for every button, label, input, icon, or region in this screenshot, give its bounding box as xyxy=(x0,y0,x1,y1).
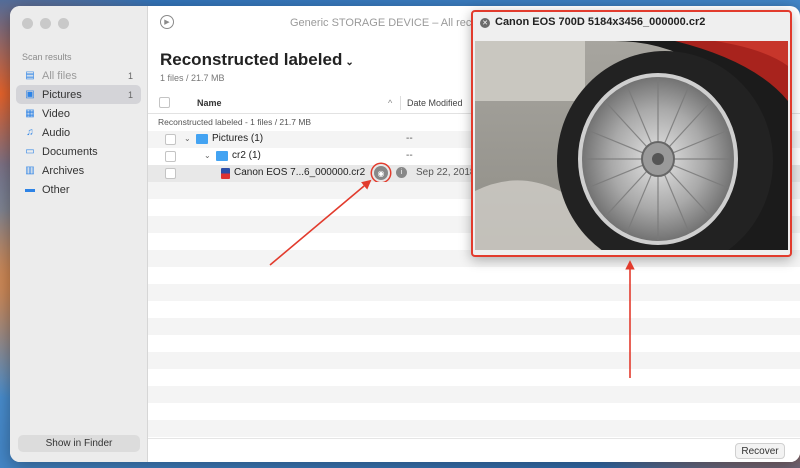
sidebar-item-count: 1 xyxy=(127,70,133,81)
recover-button[interactable]: Recover xyxy=(735,443,785,459)
preview-image xyxy=(475,41,788,250)
minimize-window-button[interactable] xyxy=(40,18,51,29)
archive-icon: ▥ xyxy=(25,165,35,176)
window-title: Generic STORAGE DEVICE – All recovery xyxy=(290,17,499,29)
window-controls xyxy=(22,18,69,29)
row-name: Canon EOS 7...6_000000.cr2 xyxy=(234,167,366,178)
sidebar-list: ▤ All files 1 ▣ Pictures 1 ▦ Video ♫ Aud… xyxy=(16,66,141,199)
files-icon: ▤ xyxy=(25,70,35,81)
sidebar-item-label: Pictures xyxy=(42,88,82,101)
music-icon: ♫ xyxy=(26,127,34,138)
sidebar-item-audio[interactable]: ♫ Audio xyxy=(16,123,141,142)
close-icon[interactable]: ✕ xyxy=(480,18,490,28)
sidebar: Scan results ▤ All files 1 ▣ Pictures 1 … xyxy=(10,6,148,462)
select-all-checkbox[interactable] xyxy=(159,97,170,108)
empty-row xyxy=(148,403,800,420)
sidebar-item-label: Archives xyxy=(42,164,85,177)
page-subtitle: 1 files / 21.7 MB xyxy=(160,73,225,83)
quick-preview-window: ✕ Canon EOS 700D 5184x3456_000000.cr2 xyxy=(471,10,792,257)
show-in-finder-button[interactable]: Show in Finder xyxy=(18,435,140,452)
sidebar-item-pictures[interactable]: ▣ Pictures 1 xyxy=(16,85,141,104)
group-name: Reconstructed labeled xyxy=(158,117,243,127)
preview-title: Canon EOS 700D 5184x3456_000000.cr2 xyxy=(495,16,706,28)
video-icon: ▦ xyxy=(25,108,35,119)
empty-row xyxy=(148,267,800,284)
page-title-text: Reconstructed labeled xyxy=(160,50,343,69)
picture-icon: ▣ xyxy=(25,89,35,100)
row-checkbox[interactable] xyxy=(165,151,176,162)
info-icon[interactable]: i xyxy=(396,167,407,178)
history-icon[interactable]: ▶ xyxy=(160,15,174,29)
group-detail: - 1 files / 21.7 MB xyxy=(242,117,312,127)
sort-ascending-icon: ^ xyxy=(388,98,393,108)
sidebar-item-label: Audio xyxy=(42,126,71,139)
folder-icon xyxy=(216,151,228,161)
column-date-modified[interactable]: Date Modified xyxy=(400,96,463,110)
sidebar-item-archives[interactable]: ▥ Archives xyxy=(16,161,141,180)
folder-icon xyxy=(196,134,208,144)
row-checkbox[interactable] xyxy=(165,134,176,145)
raw-file-icon xyxy=(221,168,230,179)
sidebar-item-count: 1 xyxy=(127,89,133,100)
sidebar-item-label: All files xyxy=(42,69,77,82)
document-icon: ▭ xyxy=(25,146,35,157)
empty-row xyxy=(148,318,800,335)
preview-eye-icon[interactable]: ◉ xyxy=(374,166,388,180)
row-date: -- xyxy=(406,150,413,161)
group-label: Reconstructed labeled - 1 files / 21.7 M… xyxy=(158,117,311,127)
page-title[interactable]: Reconstructed labeled ⌄ xyxy=(160,50,354,70)
row-date: -- xyxy=(406,133,413,144)
sidebar-item-label: Documents xyxy=(42,145,98,158)
sidebar-item-documents[interactable]: ▭ Documents xyxy=(16,142,141,161)
sidebar-item-label: Video xyxy=(42,107,70,120)
sidebar-item-video[interactable]: ▦ Video xyxy=(16,104,141,123)
empty-row xyxy=(148,335,800,352)
empty-row xyxy=(148,369,800,386)
empty-row xyxy=(148,386,800,403)
empty-row xyxy=(148,301,800,318)
chevron-down-icon: ⌄ xyxy=(345,57,354,68)
empty-row xyxy=(148,420,800,437)
close-window-button[interactable] xyxy=(22,18,33,29)
car-wheel-photo xyxy=(475,41,788,250)
empty-row xyxy=(148,352,800,369)
folder-icon: ▬ xyxy=(25,184,35,195)
column-name[interactable]: Name xyxy=(197,98,222,108)
empty-row xyxy=(148,284,800,301)
footer-bar: Recover xyxy=(148,438,800,462)
sidebar-item-all-files[interactable]: ▤ All files 1 xyxy=(16,66,141,85)
chevron-down-icon[interactable]: ⌄ xyxy=(204,151,211,160)
sidebar-item-other[interactable]: ▬ Other xyxy=(16,180,141,199)
zoom-window-button[interactable] xyxy=(58,18,69,29)
row-name: cr2 (1) xyxy=(232,150,261,161)
row-checkbox[interactable] xyxy=(165,168,176,179)
row-name: Pictures (1) xyxy=(212,133,264,144)
chevron-down-icon[interactable]: ⌄ xyxy=(184,134,191,143)
sidebar-item-label: Other xyxy=(42,183,70,196)
sidebar-heading: Scan results xyxy=(22,52,72,62)
